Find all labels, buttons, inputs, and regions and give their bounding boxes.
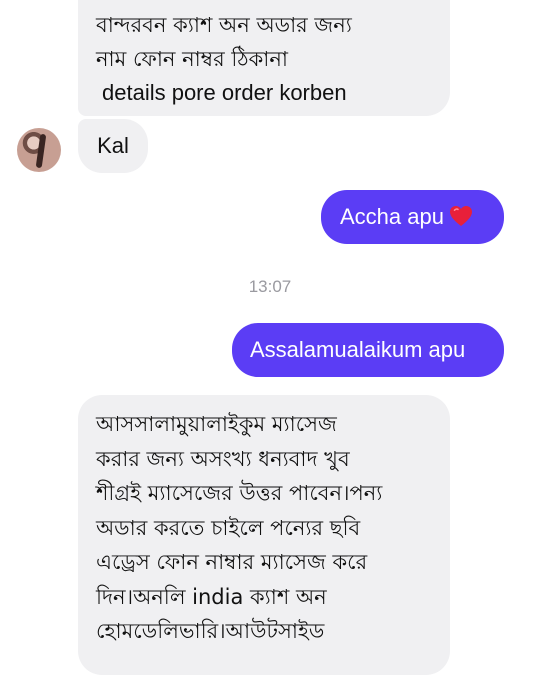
contact-avatar[interactable] [17,128,61,172]
message-text: Kal [97,133,129,158]
incoming-message-bubble[interactable]: আসসালামুয়ালাইকুম ম্যাসেজ করার জন্য অসংখ… [78,395,450,675]
message-text-line: নাম ফোন নাম্বর ঠিকানা [96,47,288,71]
message-text-line: আসসালামুয়ালাইকুম ম্যাসেজ [96,412,337,436]
message-text: Assalamualaikum apu [250,337,466,362]
message-text: Accha apu [340,204,444,229]
message-timestamp: 13:07 [248,277,292,296]
incoming-message-bubble[interactable]: বান্দরবন ক্যাশ অন অডার জন্য নাম ফোন নাম্… [78,0,450,116]
message-text-line: বান্দরবন ক্যাশ অন অডার জন্য [96,13,352,37]
message-text-line: অডার করতে চাইলে পন্যের ছবি [96,515,361,540]
message-text-line: details pore order korben [102,80,347,105]
message-text-line: হোমডেলিভারি।আউটসাইড [96,619,325,643]
message-text-line: দিন।অনলি india ক্যাশ অন [96,584,327,609]
outgoing-message-bubble[interactable]: Assalamualaikum apu [232,323,504,377]
outgoing-message-bubble[interactable]: Accha apu [321,190,504,244]
message-text-line: করার জন্য অসংখ্য ধন্যবাদ খুব [96,446,350,471]
message-text-line: এড্রেস ফোন নাম্বার ম্যাসেজ করে [96,550,368,574]
heart-icon [449,206,472,226]
message-text-line: শীগ্রই ম্যাসেজের উত্তর পাবেন।পন্য [96,481,383,505]
incoming-message-bubble[interactable]: Kal [78,119,148,173]
